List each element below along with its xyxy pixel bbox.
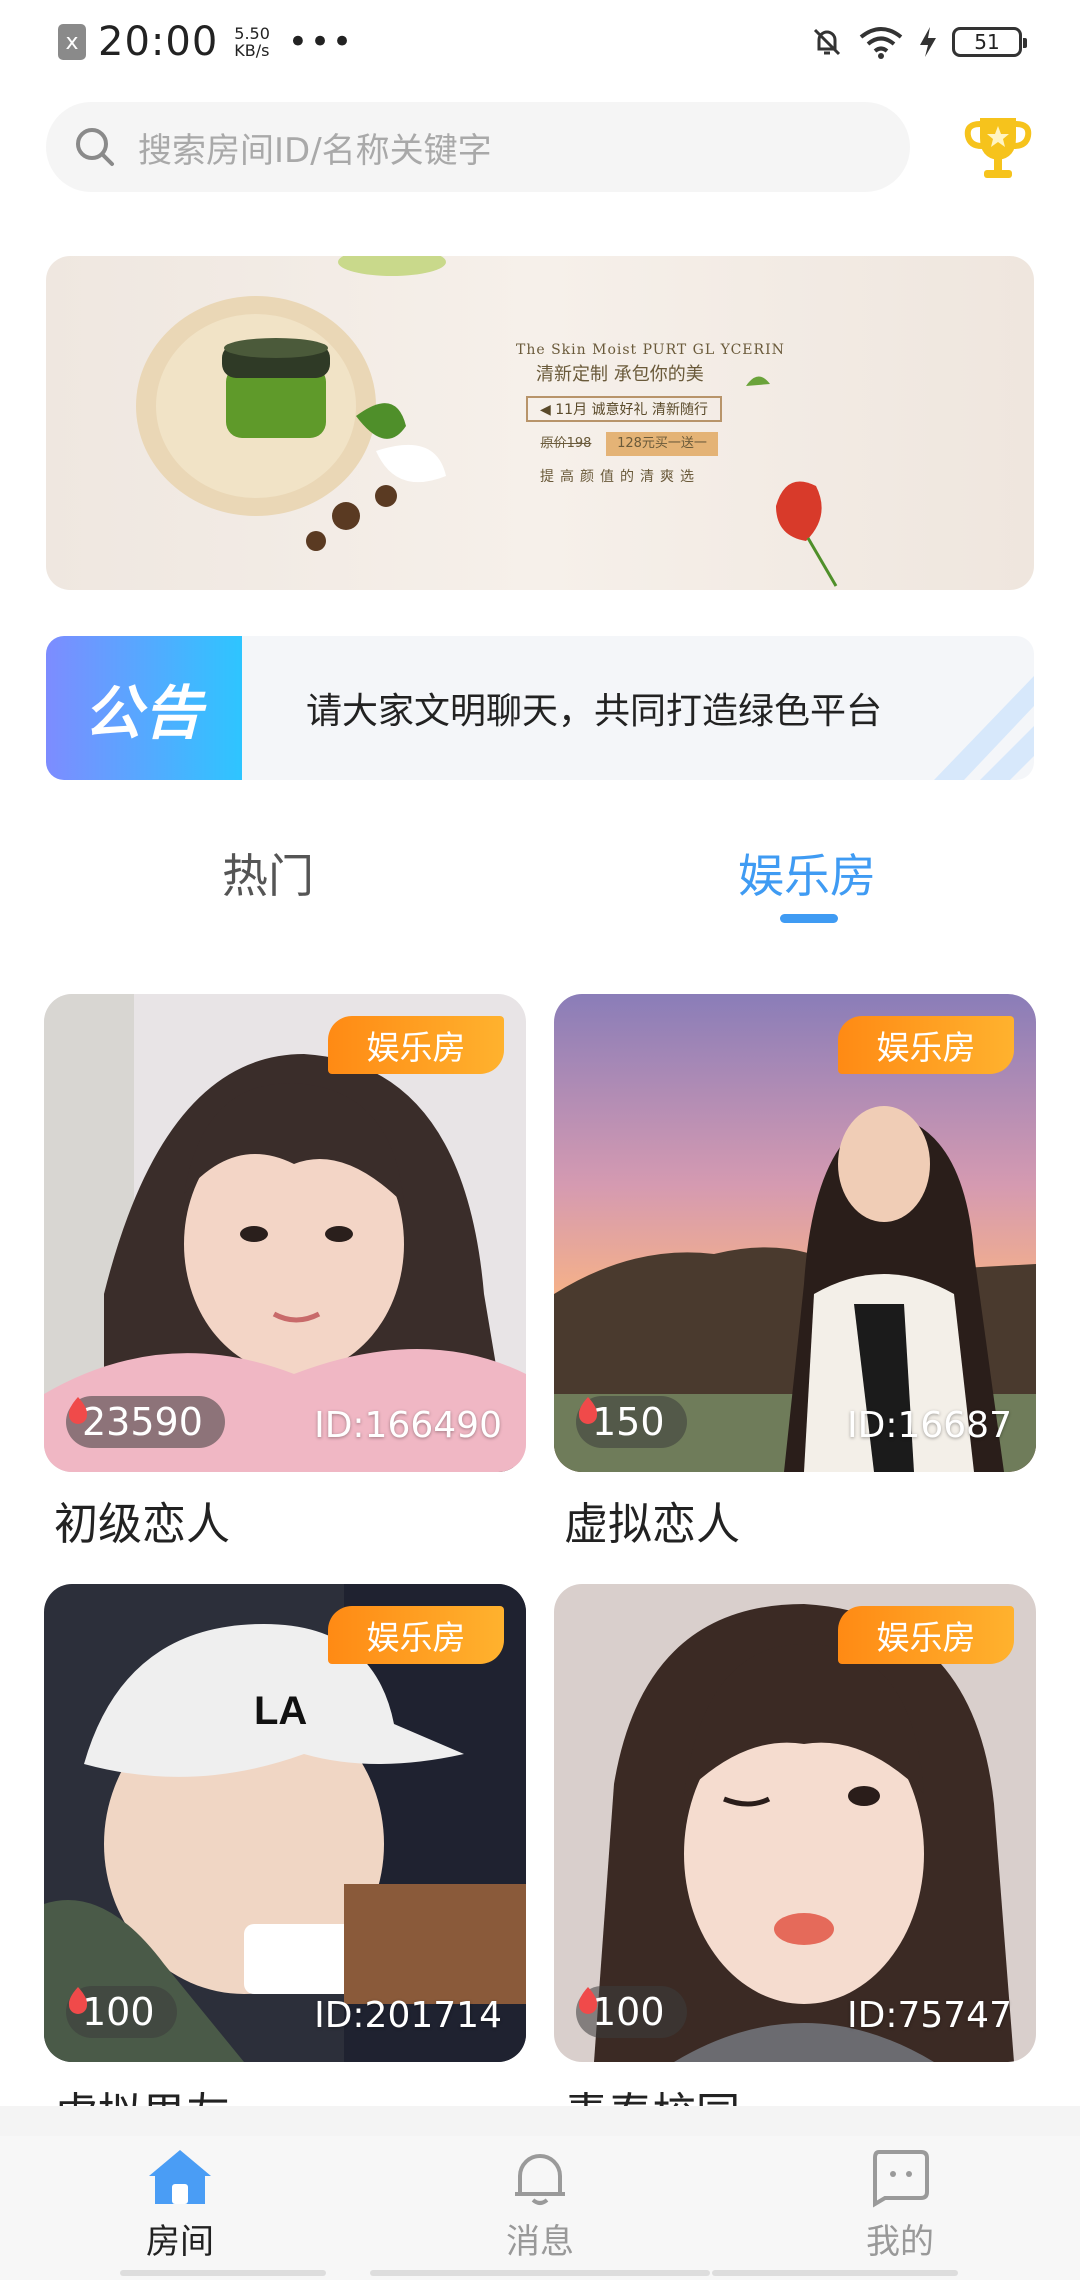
announcement-bar[interactable]: 公告 请大家文明聊天，共同打造绿色平台 [46, 636, 1034, 780]
gesture-bar [120, 2270, 326, 2276]
flame-icon [68, 1397, 88, 1424]
status-time: 20:00 [98, 19, 219, 65]
room-heat: 23590 [66, 1396, 225, 1448]
banner-slogan-cn: 清新定制 承包你的美 [536, 364, 704, 385]
room-type-badge: 娱乐房 [328, 1016, 504, 1074]
room-id: ID:201714 [314, 1995, 502, 2036]
nav-mine[interactable]: 我的 [800, 2136, 1000, 2263]
banner-price: 原价198 128元买一送一 [526, 432, 726, 458]
room-card[interactable]: 娱乐房 23590 ID:166490 初级恋人 [44, 994, 526, 1552]
svg-text:LA: LA [254, 1689, 307, 1733]
gesture-bar [712, 2270, 958, 2276]
cream-jar-image [136, 256, 838, 587]
bell-icon [515, 2154, 565, 2205]
room-name: 初级恋人 [54, 1499, 230, 1550]
room-cover-image: 娱乐房 150 ID:16687 [554, 994, 1036, 1472]
promo-banner[interactable]: The Skin Moist PURT GL YCERIN 清新定制 承包你的美… [46, 256, 1034, 590]
room-type-badge: 娱乐房 [328, 1606, 504, 1664]
decorative-stripes [934, 676, 1034, 780]
tab-entertainment[interactable]: 娱乐房 [738, 840, 876, 906]
charging-bolt-icon [920, 27, 936, 57]
wifi-icon [859, 27, 903, 59]
room-heat: 100 [66, 1986, 177, 2038]
search-placeholder: 搜索房间ID/名称关键字 [138, 130, 492, 171]
banner-slogan-en: The Skin Moist PURT GL YCERIN [516, 342, 785, 358]
room-heat: 100 [576, 1986, 687, 2038]
announcement-text: 请大家文明聊天，共同打造绿色平台 [306, 691, 883, 732]
flame-icon [578, 1987, 598, 2014]
profile-face-icon [873, 2150, 929, 2208]
room-type-badge: 娱乐房 [838, 1606, 1014, 1664]
network-speed: 5.50 KB/s [234, 24, 270, 60]
trophy-icon[interactable] [962, 112, 1034, 184]
room-type-badge: 娱乐房 [838, 1016, 1014, 1074]
nav-rooms[interactable]: 房间 [80, 2136, 280, 2263]
flame-icon [68, 1987, 88, 2014]
room-id: ID:16687 [847, 1405, 1012, 1446]
room-cover-image: LA 娱乐房 100 ID:201714 [44, 1584, 526, 2062]
banner-offer-box: ◀ 11月 诚意好礼 清新随行 [526, 396, 722, 422]
banner-tagline: 提高颜值的清爽选 [540, 469, 700, 485]
announcement-tag: 公告 [46, 636, 242, 780]
room-cover-image: 娱乐房 100 ID:75747 [554, 1584, 1036, 2062]
tab-hot[interactable]: 热门 [222, 840, 314, 906]
notification-close-icon: x [58, 24, 86, 60]
status-bar: x 20:00 5.50 KB/s ••• 51 [0, 0, 1080, 84]
more-dots-icon: ••• [287, 22, 355, 62]
room-card[interactable]: 娱乐房 150 ID:16687 虚拟恋人 [554, 994, 1036, 1552]
bottom-navigation: 房间 消息 我的 [0, 2136, 1080, 2280]
room-heat: 150 [576, 1396, 687, 1448]
search-icon [76, 128, 114, 166]
nav-shadow [0, 2106, 1080, 2136]
home-icon [149, 2150, 211, 2204]
mute-bell-icon [813, 28, 841, 56]
tab-indicator [780, 914, 838, 923]
search-input[interactable]: 搜索房间ID/名称关键字 [46, 102, 910, 192]
battery-indicator: 51 [952, 27, 1027, 57]
nav-messages[interactable]: 消息 [440, 2136, 640, 2263]
room-card[interactable]: LA 娱乐房 100 ID:201714 虚拟男友 [44, 1584, 526, 2142]
room-id: ID:75747 [847, 1995, 1012, 2036]
room-name: 虚拟恋人 [564, 1499, 740, 1550]
room-card[interactable]: 娱乐房 100 ID:75747 青春校园 [554, 1584, 1036, 2142]
gesture-bar [370, 2270, 710, 2276]
room-cover-image: 娱乐房 23590 ID:166490 [44, 994, 526, 1472]
room-id: ID:166490 [314, 1405, 502, 1446]
flame-icon [578, 1397, 598, 1424]
